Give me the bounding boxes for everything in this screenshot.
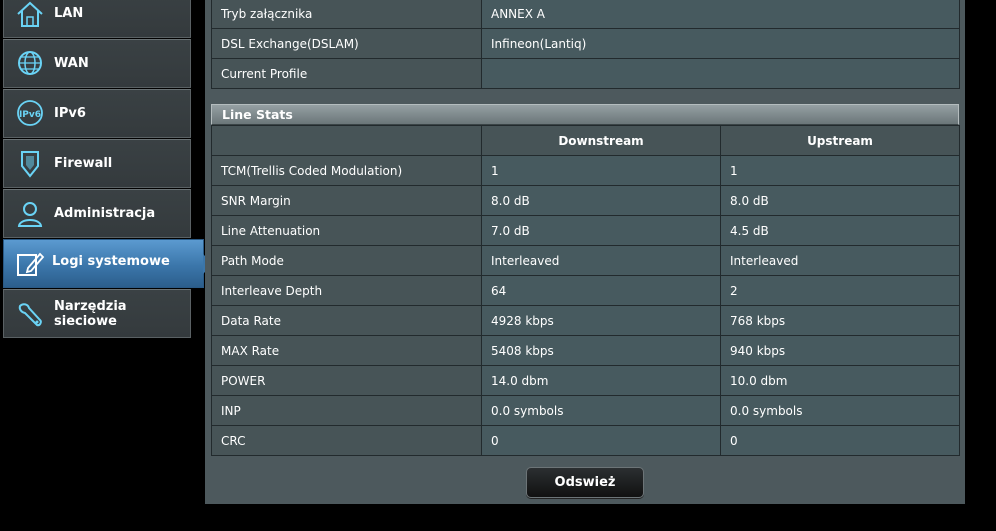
downstream-value: 0: [481, 425, 721, 456]
ipv6-icon: IPv6: [14, 99, 46, 129]
table-row: Data Rate 4928 kbps 768 kbps: [211, 305, 960, 336]
column-header-downstream: Downstream: [481, 125, 721, 156]
row-label: TCM(Trellis Coded Modulation): [211, 155, 482, 186]
sidebar-item-ipv6[interactable]: IPv6 IPv6: [3, 89, 191, 138]
table-row: Tryb załącznika ANNEX A: [211, 0, 960, 29]
section-title: Line Stats: [211, 104, 959, 125]
sidebar-item-label: Firewall: [54, 156, 113, 171]
table-row: DSL Exchange(DSLAM) Infineon(Lantiq): [211, 28, 960, 59]
sidebar-item-wan[interactable]: WAN: [3, 39, 191, 88]
row-label: POWER: [211, 365, 482, 396]
home-icon: [14, 0, 46, 29]
dsl-info-table: Tryb załącznika ANNEX A DSL Exchange(DSL…: [211, 0, 960, 89]
downstream-value: Interleaved: [481, 245, 721, 276]
row-label: Current Profile: [211, 58, 482, 89]
sidebar-item-logi-systemowe[interactable]: Logi systemowe: [3, 239, 213, 288]
table-header-row: Downstream Upstream: [211, 125, 960, 156]
upstream-value: 0.0 symbols: [720, 395, 960, 426]
upstream-value: Interleaved: [720, 245, 960, 276]
sidebar-item-label: Logi systemowe: [52, 254, 170, 269]
shield-icon: [14, 149, 46, 179]
row-label: Data Rate: [211, 305, 482, 336]
sidebar-item-label: LAN: [54, 6, 84, 21]
sidebar-item-label: Narzędzia sieciowe: [54, 299, 127, 329]
row-value: Infineon(Lantiq): [481, 28, 960, 59]
upstream-value: 8.0 dB: [720, 185, 960, 216]
sidebar-item-administracja[interactable]: Administracja: [3, 189, 191, 238]
table-row: SNR Margin 8.0 dB 8.0 dB: [211, 185, 960, 216]
downstream-value: 1: [481, 155, 721, 186]
sidebar-item-label: Administracja: [54, 206, 156, 221]
downstream-value: 0.0 symbols: [481, 395, 721, 426]
table-row: TCM(Trellis Coded Modulation) 1 1: [211, 155, 960, 186]
downstream-value: 14.0 dbm: [481, 365, 721, 396]
row-label: Interleave Depth: [211, 275, 482, 306]
table-row: Current Profile: [211, 58, 960, 89]
sidebar-item-narzedzia-sieciowe[interactable]: Narzędzia sieciowe: [3, 289, 191, 338]
table-row: MAX Rate 5408 kbps 940 kbps: [211, 335, 960, 366]
row-label: DSL Exchange(DSLAM): [211, 28, 482, 59]
downstream-value: 7.0 dB: [481, 215, 721, 246]
sidebar-item-firewall[interactable]: Firewall: [3, 139, 191, 188]
row-label: Path Mode: [211, 245, 482, 276]
row-value: [481, 58, 960, 89]
panel-edge: [965, 0, 975, 531]
row-value: ANNEX A: [481, 0, 960, 29]
table-row: POWER 14.0 dbm 10.0 dbm: [211, 365, 960, 396]
row-label: CRC: [211, 425, 482, 456]
user-icon: [14, 199, 46, 229]
row-label: Line Attenuation: [211, 215, 482, 246]
refresh-button[interactable]: Odswież: [526, 467, 644, 498]
upstream-value: 10.0 dbm: [720, 365, 960, 396]
sidebar-item-lan[interactable]: LAN: [3, 0, 191, 38]
downstream-value: 64: [481, 275, 721, 306]
table-row: CRC 0 0: [211, 425, 960, 456]
table-row: Interleave Depth 64 2: [211, 275, 960, 306]
table-row: INP 0.0 symbols 0.0 symbols: [211, 395, 960, 426]
sidebar: LAN WAN IPv6 IPv6 Firewall Administracja…: [0, 0, 213, 531]
upstream-value: 1: [720, 155, 960, 186]
downstream-value: 8.0 dB: [481, 185, 721, 216]
sidebar-item-label: WAN: [54, 56, 89, 71]
sidebar-item-label: IPv6: [54, 106, 86, 121]
upstream-value: 2: [720, 275, 960, 306]
column-header-blank: [211, 125, 482, 156]
row-label: Tryb załącznika: [211, 0, 482, 29]
line-stats-table: Downstream Upstream TCM(Trellis Coded Mo…: [211, 125, 960, 456]
globe-icon: [14, 49, 46, 79]
downstream-value: 5408 kbps: [481, 335, 721, 366]
table-row: Line Attenuation 7.0 dB 4.5 dB: [211, 215, 960, 246]
svg-text:IPv6: IPv6: [19, 110, 41, 120]
upstream-value: 768 kbps: [720, 305, 960, 336]
table-row: Path Mode Interleaved Interleaved: [211, 245, 960, 276]
downstream-value: 4928 kbps: [481, 305, 721, 336]
row-label: MAX Rate: [211, 335, 482, 366]
row-label: SNR Margin: [211, 185, 482, 216]
upstream-value: 0: [720, 425, 960, 456]
edit-icon: [14, 249, 46, 279]
column-header-upstream: Upstream: [720, 125, 960, 156]
wrench-icon: [14, 300, 46, 330]
row-label: INP: [211, 395, 482, 426]
upstream-value: 4.5 dB: [720, 215, 960, 246]
upstream-value: 940 kbps: [720, 335, 960, 366]
